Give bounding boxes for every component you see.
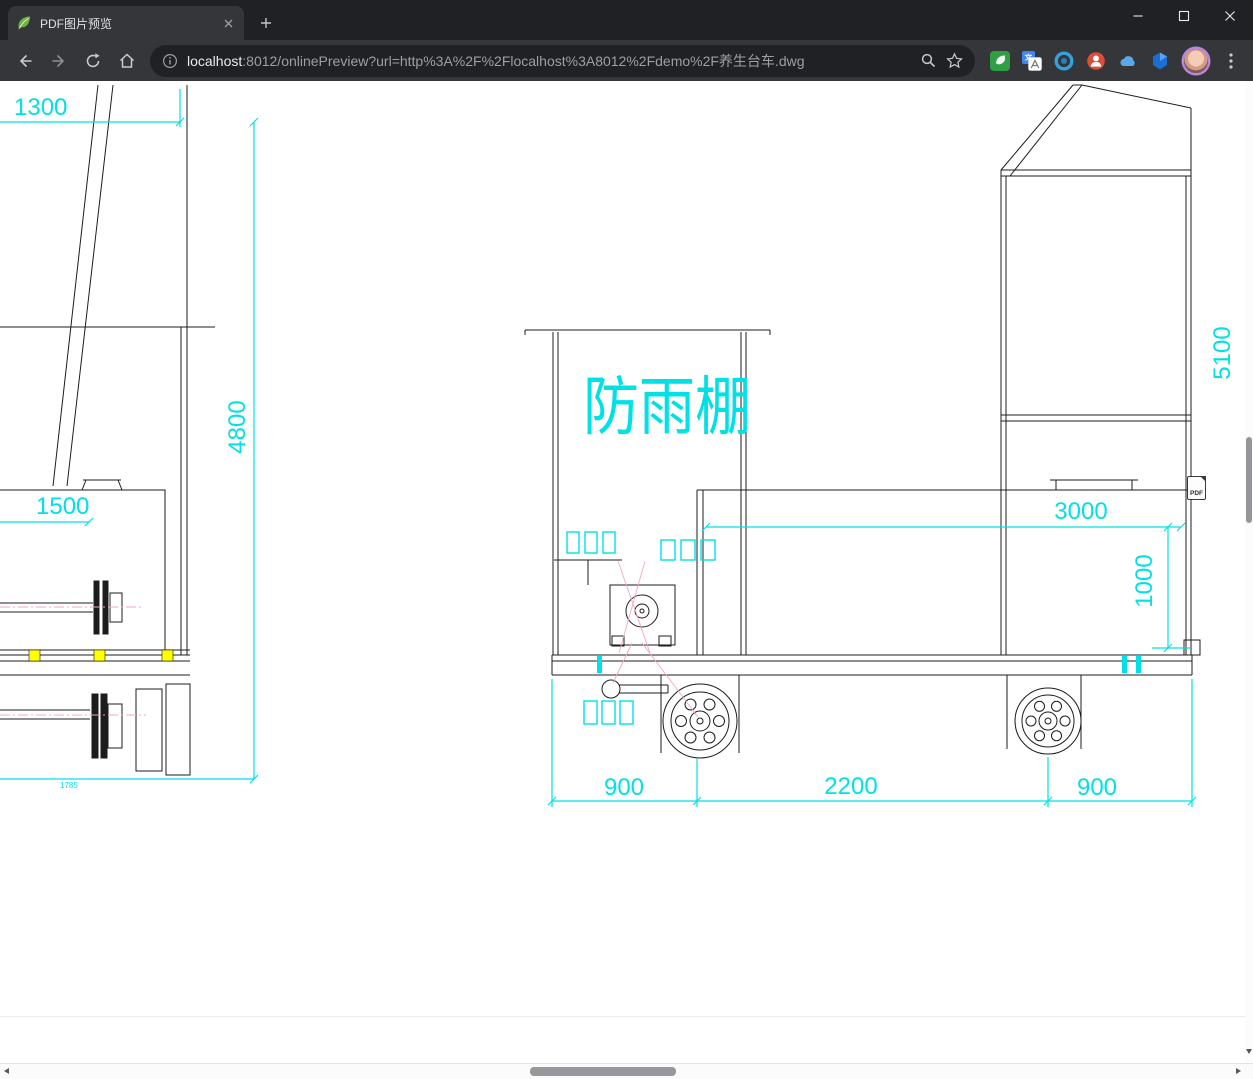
minimize-button[interactable] xyxy=(1115,0,1161,32)
browser-toolbar: localhost:8012/onlinePreview?url=http%3A… xyxy=(0,40,1253,81)
zoom-icon[interactable] xyxy=(920,52,937,69)
browser-menu-icon[interactable] xyxy=(1217,47,1245,75)
extension-icon-1[interactable] xyxy=(989,50,1010,71)
tab-title: PDF图片预览 xyxy=(40,16,113,31)
browser-tab[interactable]: PDF图片预览 xyxy=(8,6,244,40)
bookmark-star-icon[interactable] xyxy=(946,52,963,69)
dim-5100-label: 5100 xyxy=(1209,326,1236,379)
dim-900-right-label: 900 xyxy=(1077,774,1117,801)
shelter-label: 防雨棚 xyxy=(583,371,751,443)
pdf-file-icon[interactable]: PDF xyxy=(1187,476,1206,500)
extension-icon-5[interactable] xyxy=(1117,50,1138,71)
profile-avatar[interactable] xyxy=(1184,48,1208,73)
dim-4800-label: 4800 xyxy=(224,400,251,453)
dim-2200-label: 2200 xyxy=(824,773,877,800)
dim-1785-label: 1785 xyxy=(60,781,78,790)
page-boundary-line xyxy=(0,1016,1245,1017)
url-host: localhost xyxy=(187,52,243,69)
cad-drawing: 1300 4800 1500 1785 防雨棚 5100 3000 1000 9… xyxy=(0,84,1236,807)
reload-button[interactable] xyxy=(78,46,108,76)
scroll-left-arrow-icon[interactable] xyxy=(4,1068,9,1074)
extension-icon-3[interactable] xyxy=(1053,50,1074,71)
window-controls xyxy=(1115,0,1253,32)
window-titlebar: PDF图片预览 xyxy=(0,0,1253,40)
horizontal-scrollbar-thumb[interactable] xyxy=(530,1067,676,1076)
extension-icon-6[interactable] xyxy=(1149,50,1170,71)
maximize-button[interactable] xyxy=(1161,0,1207,32)
url-path: :8012/onlinePreview?url=http%3A%2F%2Floc… xyxy=(242,52,805,69)
extension-icon-4[interactable] xyxy=(1085,50,1106,71)
new-tab-button[interactable] xyxy=(252,9,280,37)
tab-close-icon[interactable] xyxy=(220,15,236,31)
vertical-scrollbar[interactable] xyxy=(1245,81,1253,1063)
spring-leaf-favicon xyxy=(16,15,32,31)
dim-1300-label: 1300 xyxy=(14,94,67,121)
dim-3000-label: 3000 xyxy=(1054,498,1107,525)
dim-1500-label: 1500 xyxy=(36,493,89,520)
close-button[interactable] xyxy=(1207,0,1253,32)
dim-1000-label: 1000 xyxy=(1131,554,1158,607)
scroll-right-arrow-icon[interactable] xyxy=(1236,1068,1241,1074)
back-button[interactable] xyxy=(10,46,40,76)
url-text[interactable]: localhost:8012/onlinePreview?url=http%3A… xyxy=(187,51,911,71)
extensions-area xyxy=(989,50,1170,71)
scroll-down-arrow-icon[interactable] xyxy=(1245,1049,1252,1054)
home-button[interactable] xyxy=(112,46,142,76)
dim-900-left-label: 900 xyxy=(604,774,644,801)
dimension-lines xyxy=(0,89,1197,807)
url-bar[interactable]: localhost:8012/onlinePreview?url=http%3A… xyxy=(150,44,975,77)
extension-icon-2[interactable] xyxy=(1021,50,1042,71)
forward-button[interactable] xyxy=(44,46,74,76)
page-info-icon[interactable] xyxy=(162,53,178,69)
vertical-scrollbar-thumb[interactable] xyxy=(1246,437,1252,523)
content-area: 1300 4800 1500 1785 防雨棚 5100 3000 1000 9… xyxy=(0,81,1253,1079)
horizontal-scrollbar[interactable] xyxy=(0,1063,1253,1079)
